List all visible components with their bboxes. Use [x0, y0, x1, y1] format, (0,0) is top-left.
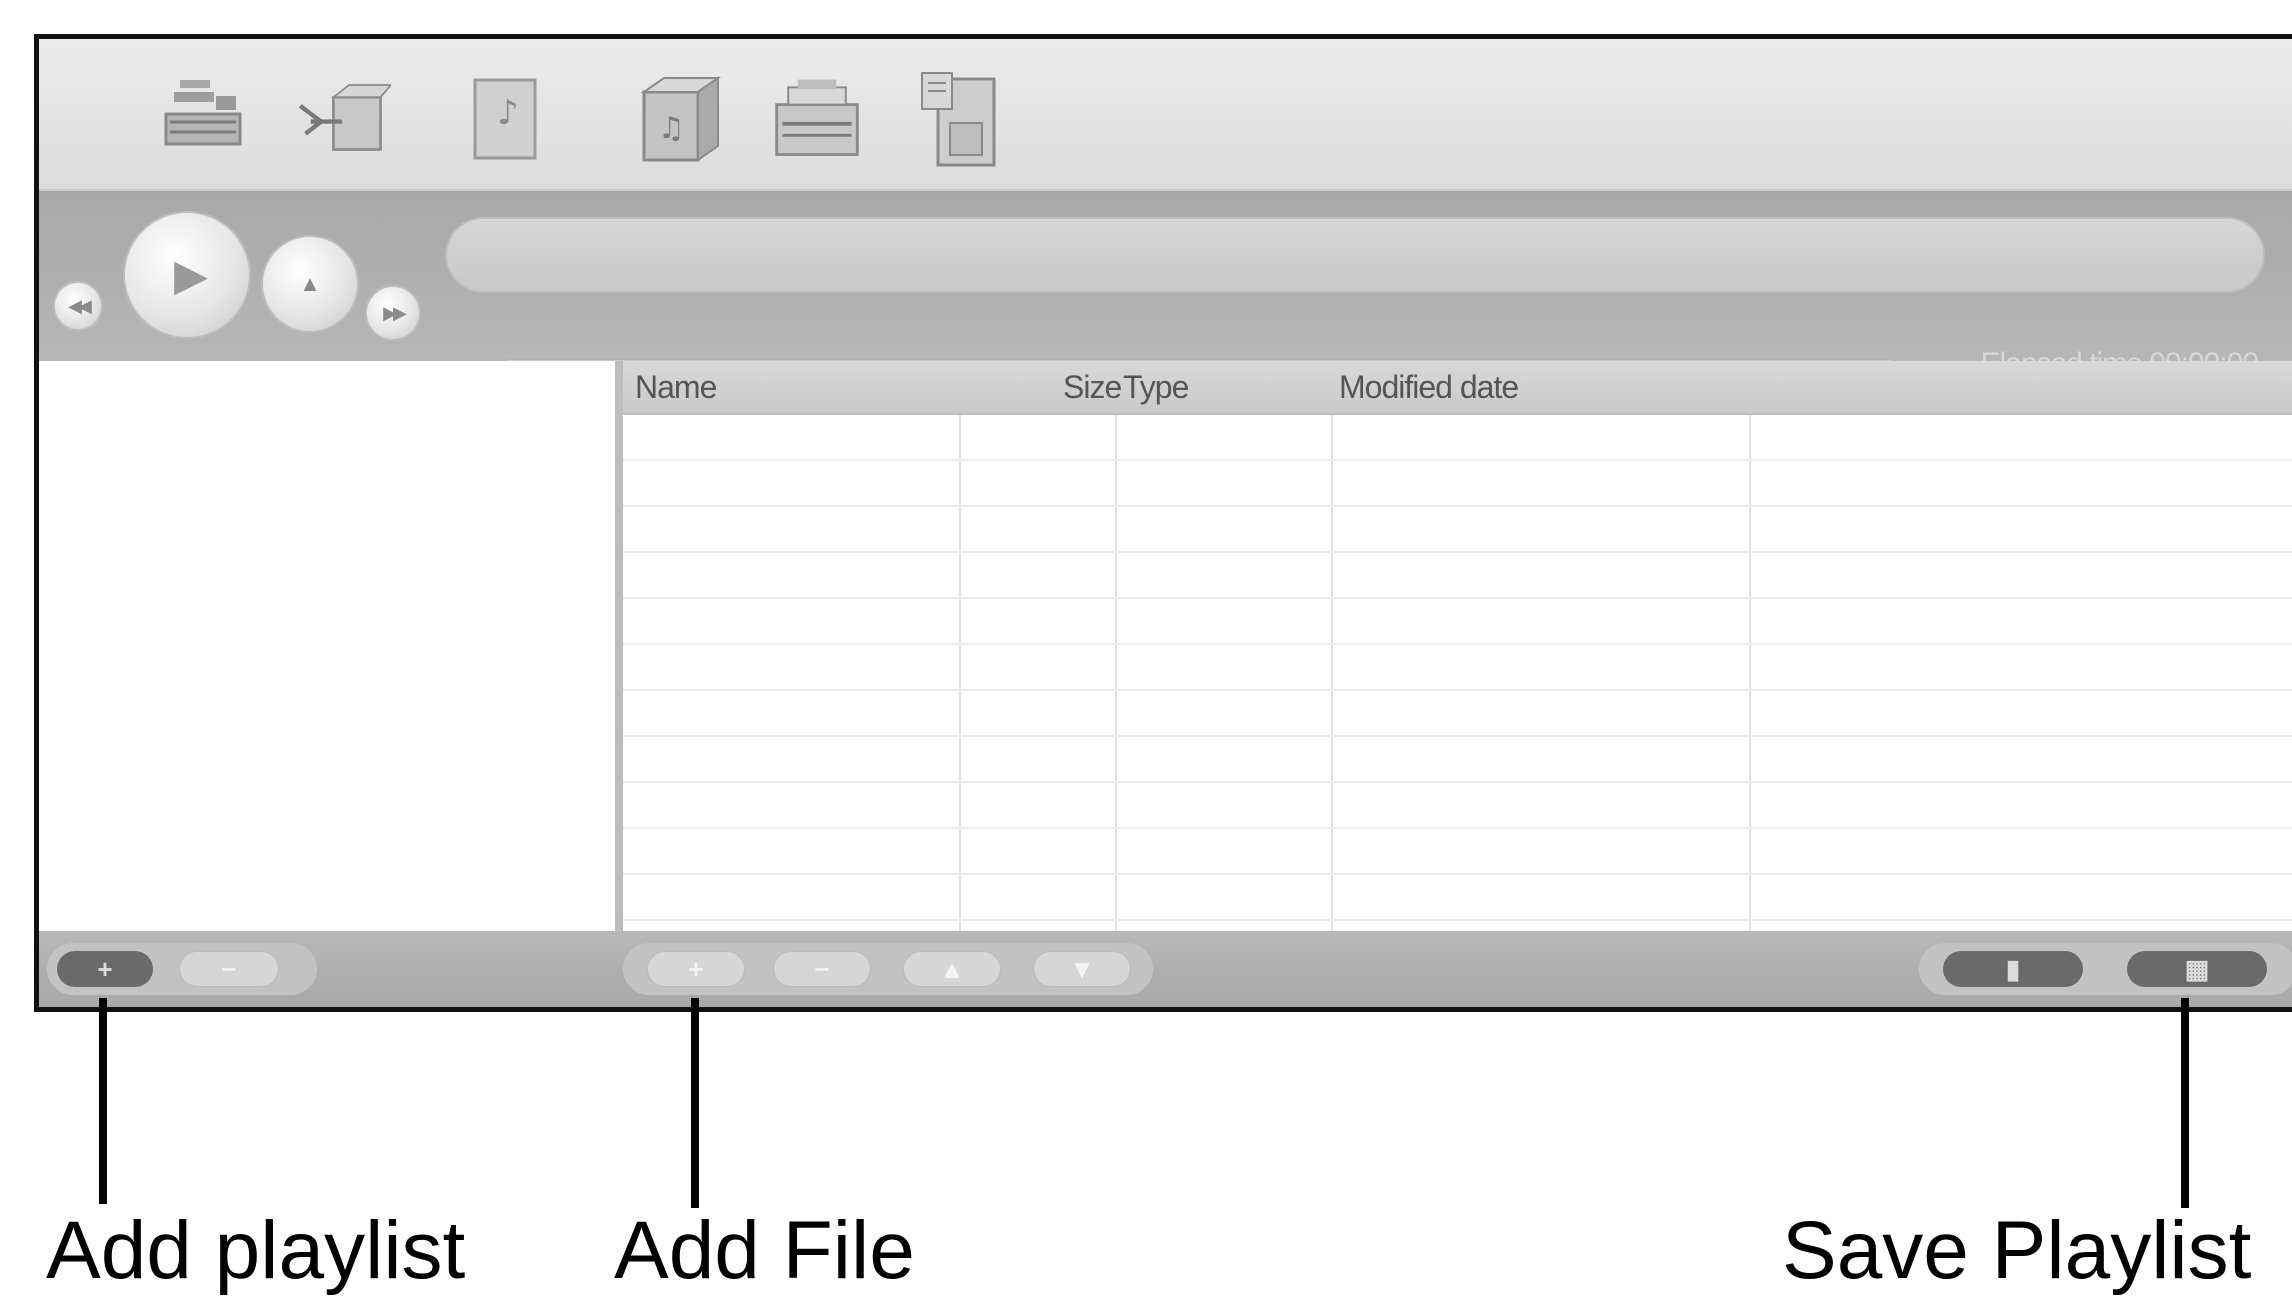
stop-button[interactable]: ▲: [261, 235, 359, 333]
add-playlist-button[interactable]: +: [57, 951, 153, 987]
column-header-size[interactable]: Size: [1063, 369, 1122, 406]
playlist-box-icon[interactable]: [769, 69, 865, 169]
eject-icon: ▲: [299, 271, 321, 296]
column-header-modified-date[interactable]: Modified date: [1339, 369, 1519, 406]
settings-icon[interactable]: [155, 69, 251, 169]
table-row[interactable]: [623, 597, 2292, 645]
column-header-type[interactable]: Type: [1123, 369, 1189, 406]
transfer-icon[interactable]: [295, 69, 391, 169]
playlist-button-group: + −: [47, 943, 317, 995]
add-playlist-leader-line: [99, 998, 107, 1204]
table-row[interactable]: [623, 689, 2292, 737]
svg-text:♪: ♪: [497, 93, 519, 133]
save-playlist-caption: Save Playlist: [1782, 1205, 2252, 1296]
previous-button[interactable]: ◀◀: [53, 281, 103, 331]
next-button[interactable]: ▶▶: [365, 285, 421, 341]
fast-forward-icon: ▶▶: [383, 302, 407, 323]
rewind-icon: ◀◀: [68, 295, 92, 316]
svg-text:♫: ♫: [658, 111, 685, 146]
track-display: [445, 217, 2265, 293]
playlist-actions-group: ▮ ▦: [1919, 943, 2292, 995]
table-row[interactable]: [623, 735, 2292, 783]
add-playlist-caption: Add playlist: [46, 1205, 466, 1296]
music-library-icon[interactable]: ♫: [631, 69, 727, 169]
file-list-header: Name Size Type Modified date: [623, 361, 2292, 415]
player-bar: ◀◀ ▶ ▲ ▶▶ ▮▮ Elapsed time 00:00:00: [39, 191, 2292, 382]
add-file-leader-line: [691, 998, 699, 1208]
table-row[interactable]: [623, 827, 2292, 875]
add-file-button[interactable]: +: [647, 951, 745, 987]
remove-file-button[interactable]: −: [773, 951, 871, 987]
table-row[interactable]: [623, 413, 2292, 461]
table-row[interactable]: [623, 459, 2292, 507]
music-manager-window: ♪ ♫ ◀◀ ▶ ▲ ▶▶ Name Size Type Modified da…: [34, 34, 2292, 1012]
play-icon: ▶: [174, 250, 208, 300]
file-button-group: + − ▲ ▼: [623, 943, 1153, 995]
bottom-toolbar: + − + − ▲ ▼ ▮ ▦: [39, 931, 2292, 1007]
playlist-panel[interactable]: [39, 361, 623, 931]
move-down-button[interactable]: ▼: [1033, 951, 1131, 987]
save-playlist-button[interactable]: ▦: [2127, 951, 2267, 987]
save-playlist-leader-line: [2181, 998, 2189, 1208]
move-up-button[interactable]: ▲: [903, 951, 1001, 987]
table-row[interactable]: [623, 505, 2292, 553]
table-row[interactable]: [623, 781, 2292, 829]
table-row[interactable]: [623, 551, 2292, 599]
file-list[interactable]: Name Size Type Modified date: [623, 361, 2292, 931]
column-header-name[interactable]: Name: [635, 369, 717, 406]
table-row[interactable]: [623, 873, 2292, 921]
add-file-caption: Add File: [614, 1205, 915, 1296]
toolbar: ♪ ♫: [39, 39, 2292, 191]
play-button[interactable]: ▶: [123, 211, 251, 339]
device-file-icon[interactable]: [911, 69, 1007, 169]
table-row[interactable]: [623, 643, 2292, 691]
playlist-info-button[interactable]: ▮: [1943, 951, 2083, 987]
remove-playlist-button[interactable]: −: [179, 951, 279, 987]
music-file-icon[interactable]: ♪: [457, 69, 553, 169]
